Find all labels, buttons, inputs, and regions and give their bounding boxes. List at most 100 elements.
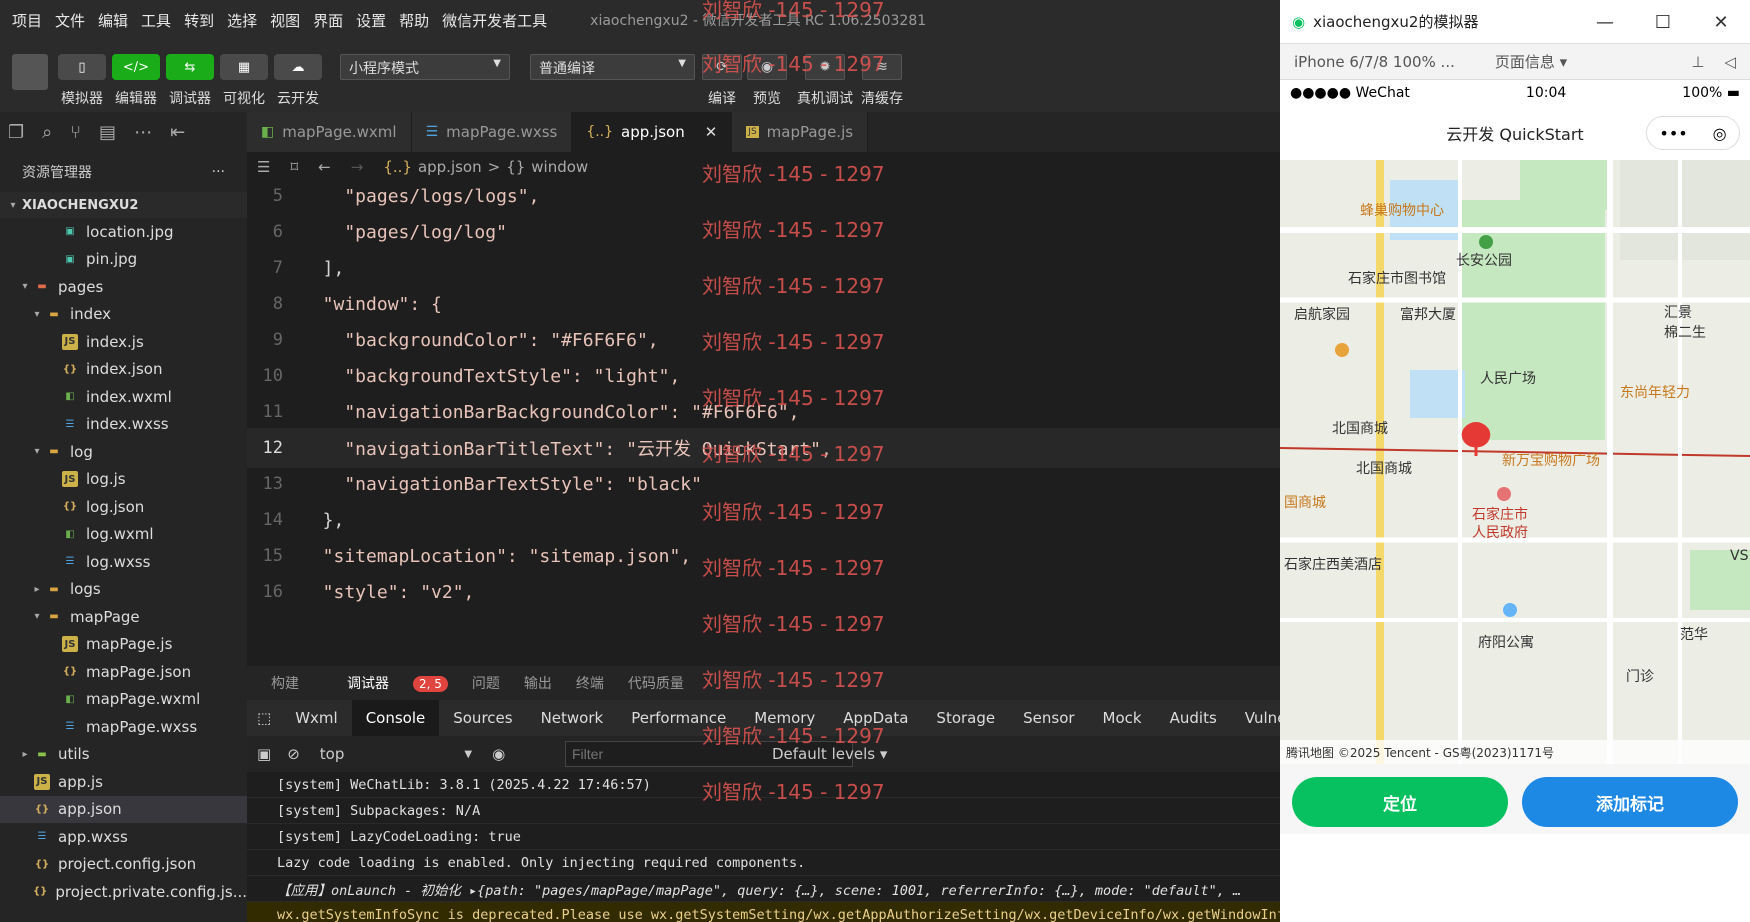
code-editor[interactable]: 5 "pages/logs/logs", 6 "pages/log/log" 7 ]… (247, 182, 1280, 666)
tab-quality[interactable]: 代码质量 (628, 673, 684, 693)
tab-build[interactable]: 构建 (271, 673, 299, 693)
menu-goto[interactable]: 转到 (184, 10, 214, 31)
mode-select[interactable]: 小程序模式 ▼ (340, 54, 510, 80)
devtools-tab-sensor[interactable]: Sensor (1009, 700, 1088, 736)
menu-settings[interactable]: 设置 (356, 10, 386, 31)
simulator-toggle-button[interactable]: ▯ (58, 54, 106, 80)
tree-item[interactable]: ▣ pin.jpg (0, 246, 247, 274)
close-icon[interactable]: ✕ (705, 123, 718, 141)
menu-interface[interactable]: 界面 (313, 10, 343, 31)
locate-button[interactable]: 定位 (1292, 777, 1508, 827)
tree-item[interactable]: {} project.config.json (0, 851, 247, 879)
tab-mappage-js[interactable]: JS mapPage.js (732, 112, 869, 152)
back-arrow-icon[interactable]: ← (318, 158, 331, 176)
devtools-tab-audits[interactable]: Audits (1156, 700, 1231, 736)
tree-item[interactable]: {} app.json (0, 795, 247, 823)
tree-item[interactable]: ▾ ▬ pages (0, 273, 247, 301)
tab-terminal[interactable]: 终端 (576, 673, 604, 693)
tree-item[interactable]: ▾ ▬ log (0, 438, 247, 466)
extensions-icon[interactable]: ▤ (99, 122, 116, 143)
chevron-down-icon[interactable]: ▼ (464, 749, 472, 760)
forward-arrow-icon[interactable]: → (351, 158, 364, 176)
tree-item[interactable]: ▣ location.jpg (0, 218, 247, 246)
menu-edit[interactable]: 编辑 (98, 10, 128, 31)
avatar[interactable] (12, 54, 48, 90)
map-view[interactable]: 蜂巢购物中心 长安公园 石家庄市图书馆 启航家园 富邦大厦 汇景 棉二生 人民广场 东尚年轻力北… (1280, 160, 1750, 764)
mute-icon[interactable]: ◁ (1724, 53, 1736, 71)
tree-item[interactable]: ▸ ▬ utils (0, 741, 247, 769)
pin-icon[interactable]: ⊥ (1691, 53, 1704, 71)
more-icon[interactable]: ••• (1659, 124, 1687, 143)
compile-mode-select[interactable]: 普通编译 ▼ (530, 54, 695, 80)
clear-console-icon[interactable]: ⊘ (287, 745, 300, 763)
files-icon[interactable]: ❐ (8, 122, 24, 143)
explorer-more-button[interactable]: ··· (212, 164, 225, 180)
menu-tools[interactable]: 工具 (141, 10, 171, 31)
devtools-tab-storage[interactable]: Storage (922, 700, 1009, 736)
search-icon[interactable]: ⌕ (42, 122, 52, 143)
outline-icon[interactable]: ☰ (257, 158, 270, 176)
tree-item[interactable]: JS index.js (0, 328, 247, 356)
more-icon[interactable]: ⋯ (134, 122, 152, 143)
breadcrumb-node[interactable]: window (531, 158, 588, 176)
sidebar-toggle-icon[interactable]: ▣ (257, 745, 271, 763)
tree-item[interactable]: JS log.js (0, 466, 247, 494)
tab-mappage-wxss[interactable]: ☰ mapPage.wxss (411, 112, 573, 152)
devtools-tab-console[interactable]: Console (351, 700, 440, 736)
tab-mappage-wxml[interactable]: ◧ mapPage.wxml (247, 112, 412, 152)
tree-item[interactable]: {} index.json (0, 356, 247, 384)
maximize-icon[interactable]: ☐ (1634, 12, 1692, 33)
page-info-select[interactable]: 页面信息 ▾ (1495, 51, 1567, 72)
add-marker-button[interactable]: 添加标记 (1522, 777, 1738, 827)
menu-project[interactable]: 项目 (12, 10, 42, 31)
tree-item[interactable]: ▾ ▬ mapPage (0, 603, 247, 631)
devtools-tab-network[interactable]: Network (527, 700, 618, 736)
devtools-tab-sources[interactable]: Sources (439, 700, 526, 736)
tree-item[interactable]: ◧ index.wxml (0, 383, 247, 411)
tree-item[interactable]: {} log.json (0, 493, 247, 521)
devtools-tab-wxml[interactable]: Wxml (281, 700, 352, 736)
bookmark-icon[interactable]: ⌑ (290, 158, 298, 176)
menu-select[interactable]: 选择 (227, 10, 257, 31)
project-root[interactable]: ▾ XIAOCHENGXU2 (0, 192, 247, 218)
menu-devtools[interactable]: 微信开发者工具 (442, 10, 547, 31)
source-control-icon[interactable]: ⑂ (70, 122, 81, 143)
explorer-title: 资源管理器 (22, 165, 92, 181)
minimize-icon[interactable]: — (1576, 12, 1634, 33)
target-icon[interactable]: ◎ (1713, 124, 1727, 143)
tab-debugger[interactable]: 调试器 2, 5 (323, 673, 448, 693)
eye-icon[interactable]: ◉ (492, 745, 505, 763)
close-icon[interactable]: ✕ (1692, 12, 1750, 33)
context-select[interactable]: top (320, 745, 345, 763)
tree-item[interactable]: JS mapPage.js (0, 631, 247, 659)
tree-item[interactable]: JS app.js (0, 768, 247, 796)
tree-item[interactable]: ◧ mapPage.wxml (0, 686, 247, 714)
breadcrumb-file[interactable]: app.json (418, 158, 482, 176)
tree-item[interactable]: {} mapPage.json (0, 658, 247, 686)
tree-item[interactable]: ▾ ▬ index (0, 301, 247, 329)
editor-toggle-button[interactable]: </> (112, 54, 160, 80)
tab-problems[interactable]: 问题 (472, 673, 500, 693)
menu-file[interactable]: 文件 (55, 10, 85, 31)
inspect-icon[interactable]: ⬚ (247, 709, 281, 727)
tree-item-label: app.js (58, 772, 103, 791)
menu-view[interactable]: 视图 (270, 10, 300, 31)
debugger-toggle-button[interactable]: ⇆ (166, 54, 214, 80)
tab-app-json[interactable]: {..} app.json ✕ (572, 112, 733, 152)
capsule-menu[interactable]: ••• ◎ (1646, 116, 1740, 150)
tree-item[interactable]: ▸ ▬ logs (0, 576, 247, 604)
tree-item[interactable]: ☰ index.wxss (0, 411, 247, 439)
tab-output[interactable]: 输出 (524, 673, 552, 693)
devtools-tab-mock[interactable]: Mock (1089, 700, 1156, 736)
tree-item[interactable]: ☰ mapPage.wxss (0, 713, 247, 741)
tree-item[interactable]: {} project.private.config.js... (0, 878, 247, 906)
menu-help[interactable]: 帮助 (399, 10, 429, 31)
device-select[interactable]: iPhone 6/7/8 100% ... (1294, 53, 1455, 71)
cloud-button[interactable]: ☁ (274, 54, 322, 80)
tree-item[interactable]: ☰ log.wxss (0, 548, 247, 576)
collapse-panel-icon[interactable]: ⇤ (170, 122, 185, 143)
watermark-text: 刘智欣 -145 - 1297 (702, 724, 885, 748)
tree-item[interactable]: ◧ log.wxml (0, 521, 247, 549)
visual-toggle-button[interactable]: ▦ (220, 54, 268, 80)
tree-item[interactable]: ☰ app.wxss (0, 823, 247, 851)
